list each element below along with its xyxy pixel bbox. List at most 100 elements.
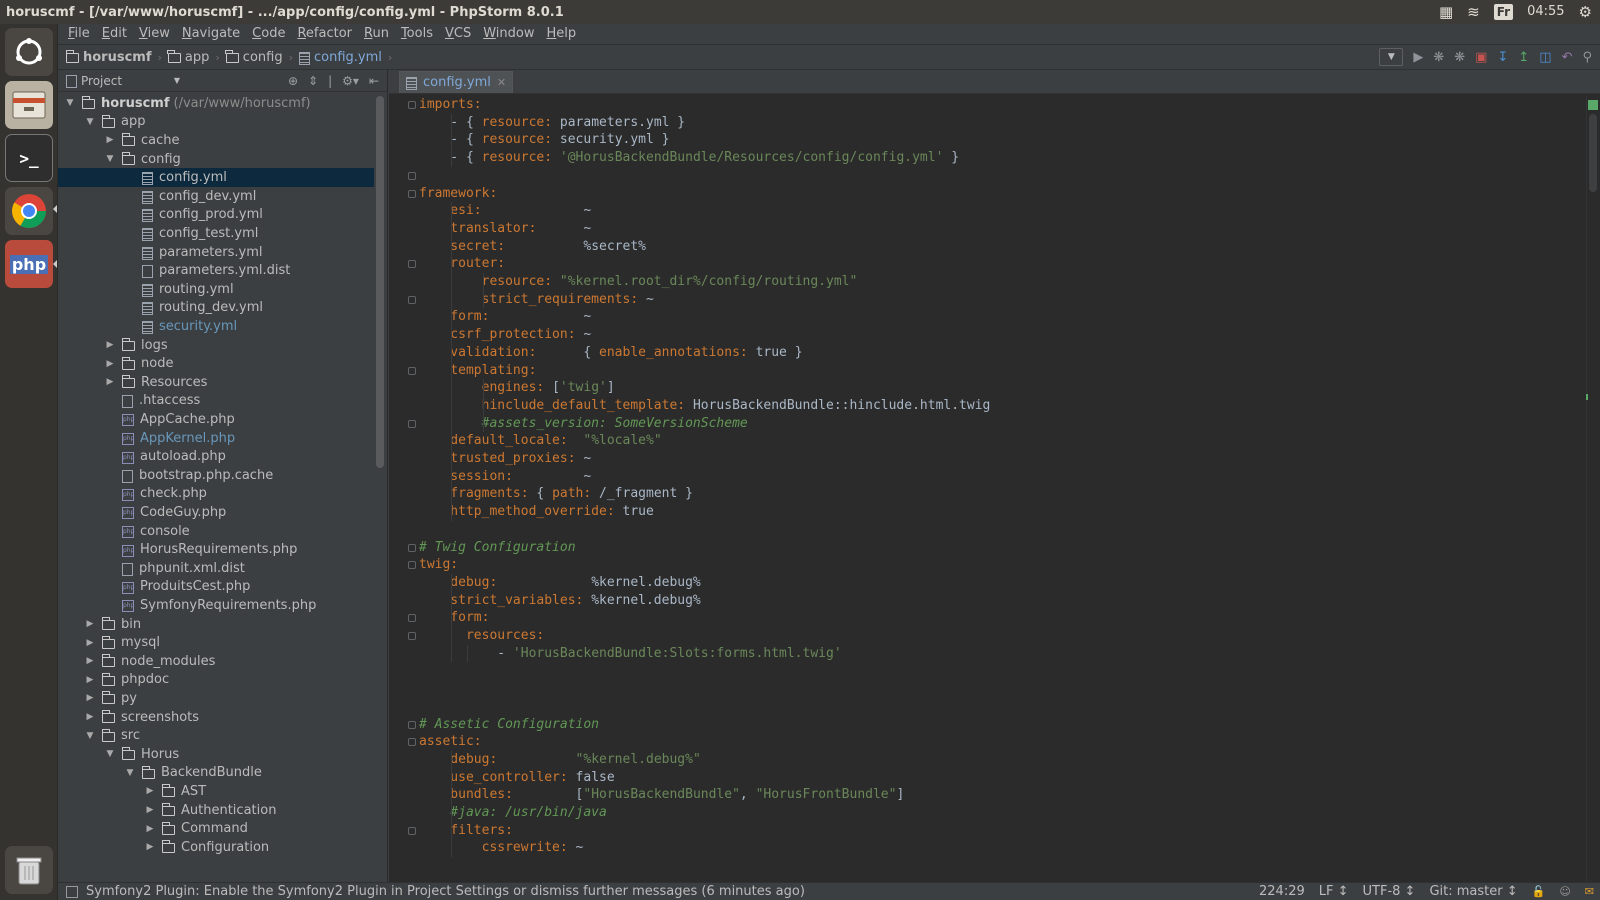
tab-config-yml[interactable]: config.yml ✕ — [399, 71, 514, 93]
breadcrumb-config-yml[interactable]: config.yml — [298, 50, 388, 65]
chevron-down-icon[interactable]: ▼ — [64, 98, 76, 108]
menu-view[interactable]: View — [133, 24, 176, 44]
chevron-right-icon[interactable]: ▶ — [144, 824, 156, 834]
tree-file[interactable]: php ProduitsCest.php — [58, 578, 374, 597]
fold-marker-icon[interactable] — [408, 632, 416, 640]
chevron-right-icon[interactable]: ▶ — [84, 638, 96, 648]
chevron-right-icon[interactable]: ▶ — [84, 693, 96, 703]
tree-folder[interactable]: ▶ Configuration — [58, 838, 374, 857]
vcs-branch-selector[interactable]: Git: master ↕ — [1429, 884, 1517, 899]
fold-marker-icon[interactable] — [408, 720, 416, 729]
tree-file[interactable]: config_test.yml — [58, 224, 374, 243]
tree-folder[interactable]: ▶ Command — [58, 819, 374, 838]
chevron-down-icon[interactable]: ▼ — [84, 117, 96, 127]
chevron-right-icon[interactable]: ▶ — [144, 805, 156, 815]
tree-file[interactable]: config_prod.yml — [58, 206, 374, 225]
tree-file[interactable]: config_dev.yml — [58, 187, 374, 206]
menu-run[interactable]: Run — [358, 24, 395, 44]
line-separator-selector[interactable]: LF ↕ — [1319, 884, 1349, 899]
tree-file[interactable]: routing.yml — [58, 280, 374, 299]
tree-folder[interactable]: ▼ config — [58, 150, 374, 169]
hide-panel-icon[interactable]: ⇤ — [369, 74, 379, 88]
keyboard-layout-indicator[interactable]: Fr — [1493, 4, 1514, 20]
tree-file[interactable]: parameters.yml — [58, 243, 374, 262]
tree-file[interactable]: php AppKernel.php — [58, 429, 374, 448]
settings-gear-icon[interactable]: ⚙▾ — [342, 74, 359, 88]
tree-file[interactable]: config.yml — [58, 168, 374, 187]
files-icon[interactable] — [5, 81, 53, 129]
chevron-down-icon[interactable]: ▼ — [84, 731, 96, 741]
fold-marker-icon[interactable] — [408, 260, 416, 269]
wifi-icon[interactable]: ≋ — [1467, 0, 1480, 24]
encoding-selector[interactable]: UTF-8 ↕ — [1363, 884, 1416, 899]
inspector-icon[interactable]: ☺ — [1559, 885, 1570, 898]
tree-folder[interactable]: ▼ app — [58, 113, 374, 132]
menu-file[interactable]: File — [62, 24, 96, 44]
clock[interactable]: 04:55 — [1527, 0, 1564, 24]
chevron-down-icon[interactable]: ▼ — [104, 749, 116, 759]
chevron-right-icon[interactable]: ▶ — [84, 619, 96, 629]
workspace-switcher-icon[interactable]: ▦ — [1439, 0, 1453, 24]
fold-marker-icon[interactable] — [408, 101, 416, 109]
menu-navigate[interactable]: Navigate — [176, 24, 246, 44]
tree-file[interactable]: .htaccess — [58, 392, 374, 411]
tree-file[interactable]: phpunit.xml.dist — [58, 559, 374, 578]
project-tree-scrollbar[interactable] — [376, 96, 384, 468]
tree-folder[interactable]: ▶ bin — [58, 615, 374, 634]
chevron-right-icon[interactable]: ▶ — [84, 712, 96, 722]
tree-file[interactable]: routing_dev.yml — [58, 299, 374, 318]
close-icon[interactable]: ✕ — [497, 76, 506, 89]
chevron-right-icon[interactable]: ▶ — [104, 377, 116, 387]
dash-home-icon[interactable] — [5, 28, 53, 76]
tree-file[interactable]: php AppCache.php — [58, 410, 374, 429]
fold-marker-icon[interactable] — [408, 366, 416, 375]
tree-folder[interactable]: ▶ Authentication — [58, 801, 374, 820]
status-message[interactable]: Symfony2 Plugin: Enable the Symfony2 Plu… — [86, 884, 805, 899]
tree-folder[interactable]: ▶ logs — [58, 336, 374, 355]
chevron-right-icon[interactable]: ▶ — [104, 135, 116, 145]
tree-folder[interactable]: ▼ src — [58, 726, 374, 745]
tree-file[interactable]: php HorusRequirements.php — [58, 540, 374, 559]
editor-scrollbar[interactable] — [1589, 114, 1597, 192]
tree-folder[interactable]: ▶ screenshots — [58, 708, 374, 727]
breadcrumb-app[interactable]: app — [167, 50, 215, 65]
tree-folder[interactable]: ▶ phpdoc — [58, 671, 374, 690]
breadcrumb-config[interactable]: config — [225, 50, 289, 65]
code-editor[interactable]: imports: - { resource: parameters.yml } … — [389, 96, 1600, 882]
project-view-selector[interactable]: Project ▼ — [66, 74, 180, 88]
phpstorm-icon[interactable]: php — [5, 240, 53, 288]
debug-icon[interactable]: ❋ — [1433, 50, 1444, 65]
menu-refactor[interactable]: Refactor — [291, 24, 358, 44]
fold-marker-icon[interactable] — [408, 543, 416, 552]
coverage-icon[interactable]: ❋ — [1454, 50, 1465, 65]
lock-icon[interactable]: 🔓 — [1532, 885, 1546, 898]
tree-folder[interactable]: ▶ Resources — [58, 373, 374, 392]
trash-icon[interactable] — [5, 846, 53, 894]
fold-marker-icon[interactable] — [408, 419, 416, 428]
tree-folder[interactable]: ▶ node_modules — [58, 652, 374, 671]
fold-marker-icon[interactable] — [408, 826, 416, 835]
stop-listening-icon[interactable]: ▣ — [1475, 50, 1487, 65]
vcs-update-icon[interactable]: ↧ — [1497, 50, 1508, 65]
tree-file[interactable]: php CodeGuy.php — [58, 503, 374, 522]
fold-marker-icon[interactable] — [408, 614, 416, 623]
chevron-right-icon[interactable]: ▶ — [144, 786, 156, 796]
vcs-commit-icon[interactable]: ↥ — [1518, 50, 1529, 65]
search-everywhere-icon[interactable]: ⚲ — [1582, 50, 1592, 65]
tree-folder[interactable]: ▶ node — [58, 354, 374, 373]
menu-edit[interactable]: Edit — [96, 24, 133, 44]
menu-vcs[interactable]: VCS — [439, 24, 477, 44]
chevron-down-icon[interactable]: ▼ — [104, 154, 116, 164]
chevron-right-icon[interactable]: ▶ — [104, 340, 116, 350]
tree-file[interactable]: php console — [58, 522, 374, 541]
chevron-right-icon[interactable]: ▶ — [144, 842, 156, 852]
tree-file[interactable]: php autoload.php — [58, 447, 374, 466]
tree-file[interactable]: bootstrap.php.cache — [58, 466, 374, 485]
tree-folder[interactable]: ▼ Horus — [58, 745, 374, 764]
fold-marker-icon[interactable] — [408, 295, 416, 304]
fold-marker-icon[interactable] — [408, 561, 416, 570]
error-stripe[interactable] — [1586, 96, 1600, 882]
menu-help[interactable]: Help — [541, 24, 583, 44]
run-icon[interactable]: ▶ — [1413, 50, 1423, 65]
breadcrumb-project[interactable]: horuscmf — [65, 50, 158, 65]
